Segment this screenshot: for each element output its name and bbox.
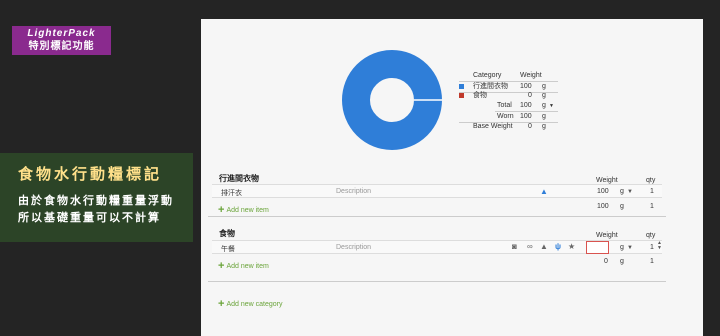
base-weight-value: 0 [528, 123, 532, 130]
link-icon[interactable]: ∞ [527, 242, 533, 252]
subtotal-weight: 100 [597, 203, 609, 210]
item-description-field[interactable]: Description [336, 244, 371, 251]
annotation-title: 食物水行動糧標記 [18, 166, 163, 183]
star-icon[interactable]: ★ [568, 242, 575, 252]
title-banner: LighterPack 特別標記功能 [12, 26, 111, 55]
col-qty: qty [646, 177, 656, 184]
annotation-line-1: 由於食物水行動糧重量浮動 [18, 195, 174, 207]
section-divider [208, 216, 666, 217]
annotation-line-2: 所以基礎重量可以不計算 [18, 212, 161, 224]
worn-label: Worn [497, 113, 514, 120]
add-item-link[interactable]: + Add new item [218, 259, 269, 272]
qty-stepper-icon[interactable]: ▲ ▼ [657, 241, 662, 251]
base-weight-label: Base Weight [473, 123, 513, 130]
food-color-swatch [459, 93, 464, 98]
item-description-field[interactable]: Description [336, 188, 371, 195]
total-unit: g [542, 102, 546, 109]
item-name-field[interactable]: 排汗衣 [221, 188, 242, 198]
col-qty: qty [646, 232, 656, 239]
add-icon: + [218, 204, 225, 216]
col-weight: Weight [596, 177, 618, 184]
worn-shirt-icon[interactable]: ▲ [540, 242, 548, 252]
category-title[interactable]: 行進間衣物 [219, 173, 259, 184]
item-weight-field[interactable] [586, 241, 609, 254]
subtotal-weight: 0 [604, 258, 608, 265]
add-item-link[interactable]: + Add new item [218, 203, 269, 216]
list-panel [201, 19, 703, 336]
worn-shirt-icon[interactable]: ▲ [540, 187, 548, 197]
total-unit-dropdown-icon[interactable]: ▼ [549, 101, 554, 111]
list-item[interactable] [212, 184, 662, 198]
add-item-label: Add new item [226, 263, 269, 270]
camera-icon[interactable]: ◙ [512, 242, 517, 252]
annotation-banner: 食物水行動糧標記 由於食物水行動糧重量浮動 所以基礎重量可以不計算 [0, 153, 193, 242]
summary-row-value: 0 [528, 92, 532, 99]
col-weight: Weight [596, 232, 618, 239]
base-weight-unit: g [542, 123, 546, 130]
banner-subtitle: 特別標記功能 [28, 41, 95, 52]
unit-dropdown-icon[interactable]: ▼ [627, 245, 633, 251]
add-category-label: Add new category [226, 301, 283, 308]
subtotal-qty: 1 [650, 258, 654, 265]
summary-row-unit: g [542, 92, 546, 99]
worn-value: 100 [520, 113, 532, 120]
annotation-body: 由於食物水行動糧重量浮動 所以基礎重量可以不計算 [18, 193, 193, 227]
add-icon: + [218, 260, 225, 272]
consumable-food-icon[interactable]: ψ [555, 242, 561, 252]
add-icon: + [218, 298, 225, 310]
add-category-link[interactable]: + Add new category [218, 297, 283, 310]
summary-col-category: Category [473, 72, 502, 79]
clothing-color-swatch [459, 84, 464, 89]
total-label: Total [497, 102, 512, 109]
summary-row-name: 食物 [473, 92, 487, 99]
section-divider [208, 281, 666, 282]
item-qty-field[interactable]: 1 [650, 244, 654, 251]
subtotal-qty: 1 [650, 203, 654, 210]
add-item-label: Add new item [226, 207, 269, 214]
item-weight-field[interactable]: 100 [597, 188, 609, 195]
category-title[interactable]: 食物 [219, 228, 235, 239]
subtotal-unit: g [620, 258, 624, 265]
item-qty-field[interactable]: 1 [650, 188, 654, 195]
item-name-field[interactable]: 午餐 [221, 244, 235, 254]
worn-unit: g [542, 113, 546, 120]
item-unit-select[interactable]: g [620, 188, 624, 195]
summary-col-weight: Weight [520, 72, 542, 79]
subtotal-unit: g [620, 203, 624, 210]
item-unit-select[interactable]: g [620, 244, 624, 251]
banner-app-name: LighterPack [27, 28, 96, 39]
unit-dropdown-icon[interactable]: ▼ [627, 189, 633, 195]
total-value: 100 [520, 102, 532, 109]
weight-donut-chart [342, 50, 442, 150]
